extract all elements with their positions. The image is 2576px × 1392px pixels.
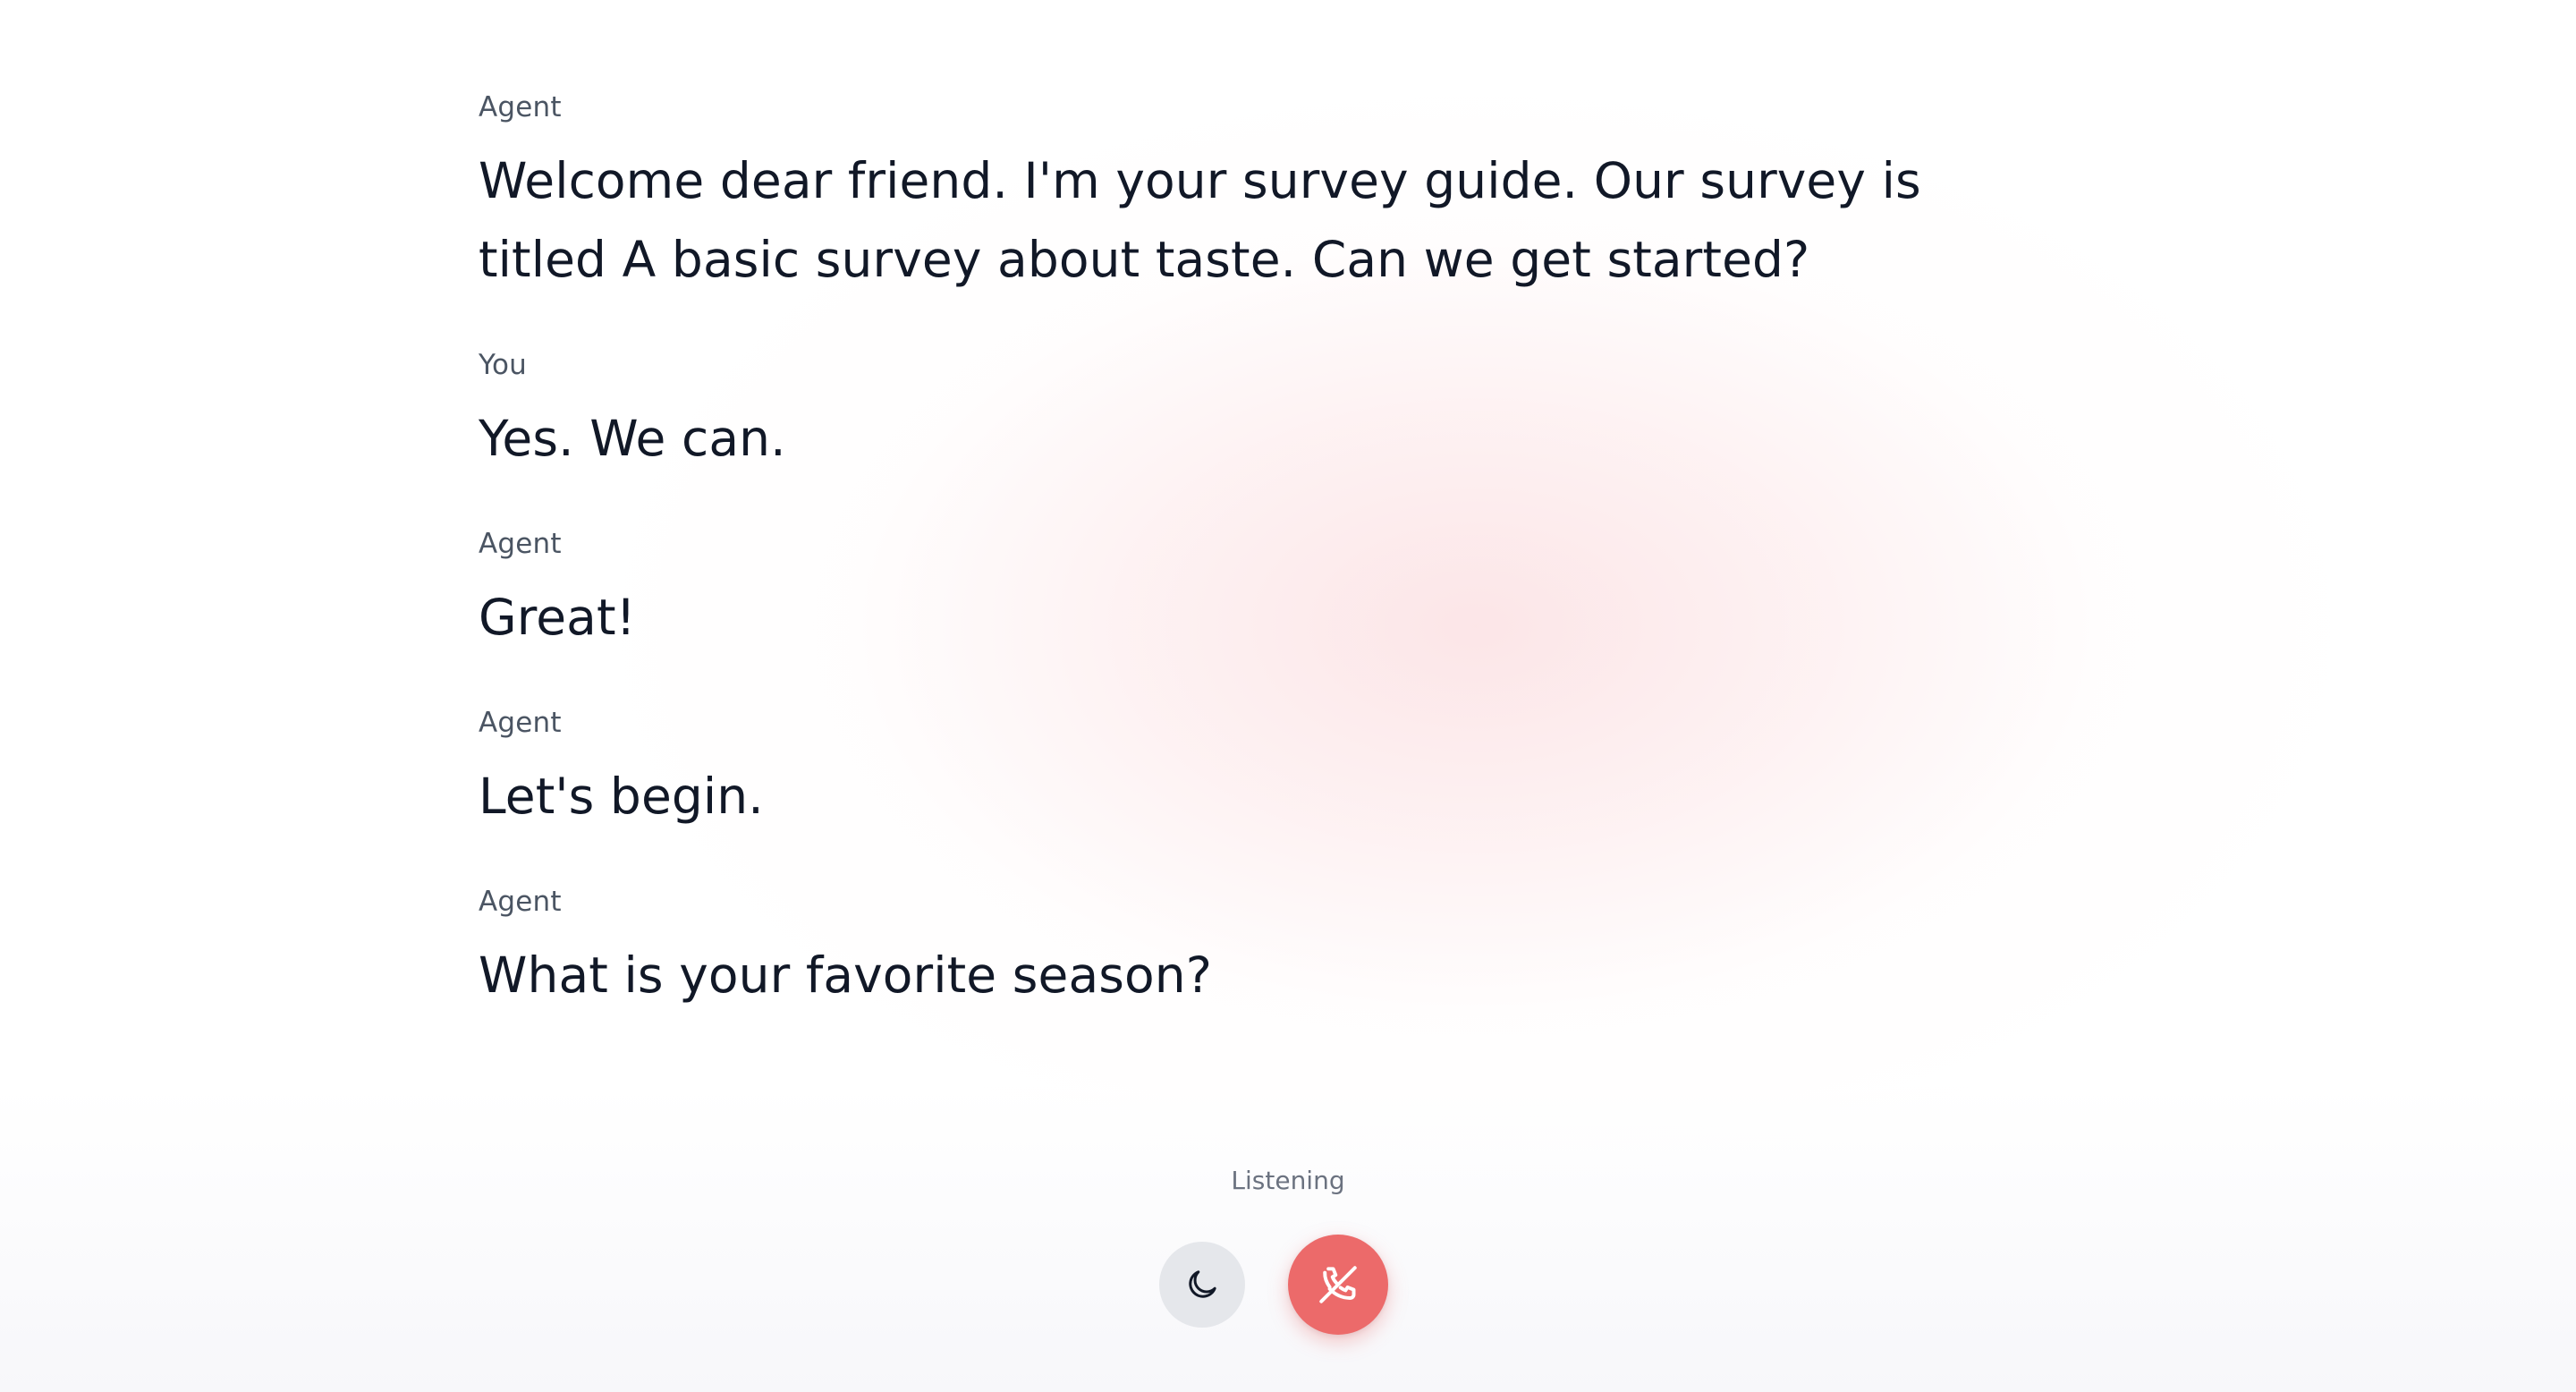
status-label: Listening [1231,1166,1345,1195]
call-controls [0,1235,2576,1335]
message-agent: Agent Let's begin. [479,705,2035,836]
message-agent: Agent Welcome dear friend. I'm your surv… [479,89,2035,299]
moon-icon [1184,1267,1220,1303]
phone-off-icon [1316,1262,1360,1307]
speaker-label: Agent [479,886,562,918]
speaker-label: Agent [479,707,562,739]
speaker-label: Agent [479,528,562,560]
message-text: Let's begin. [479,768,764,825]
message-agent: Agent Great! [479,526,2035,657]
speaker-label: You [479,349,528,381]
transcript[interactable]: Agent Welcome dear friend. I'm your surv… [479,89,2035,1065]
message-text: Welcome dear friend. I'm your survey gui… [479,152,1921,288]
message-agent: Agent What is your favorite season? [479,884,2035,1014]
message-user: You Yes. We can. [479,347,2035,478]
message-text: Great! [479,589,636,646]
message-text: What is your favorite season? [479,946,1213,1004]
speaker-label: Agent [479,91,562,123]
message-text: Yes. We can. [479,410,786,467]
end-call-button[interactable] [1288,1235,1388,1335]
theme-toggle-button[interactable] [1159,1242,1245,1328]
